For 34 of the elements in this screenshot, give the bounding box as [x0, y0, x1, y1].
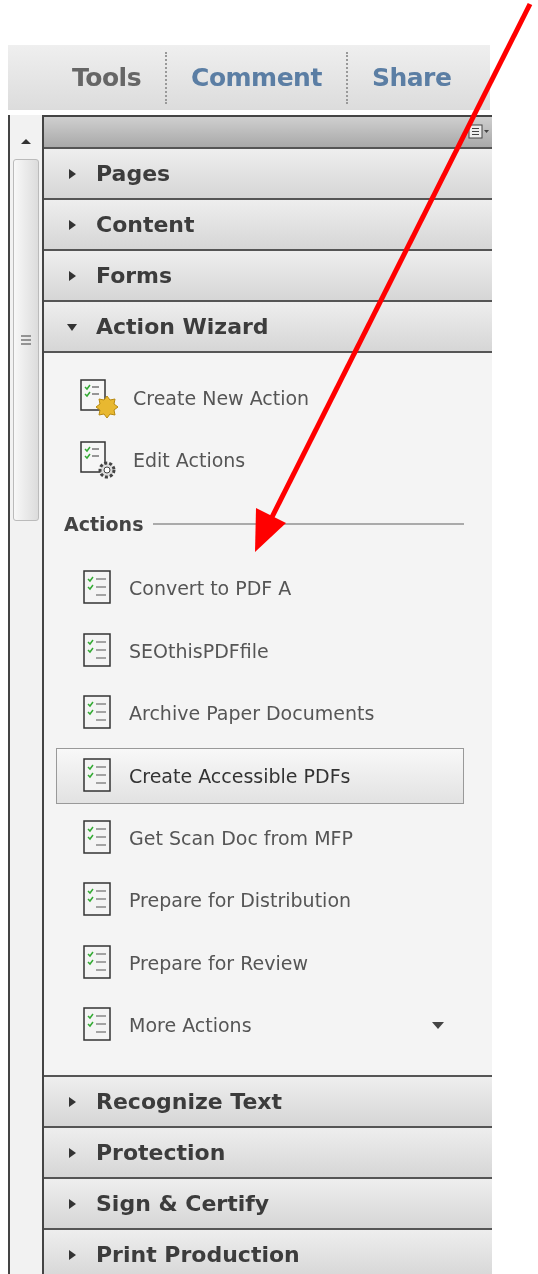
action-task[interactable]: Create New Action [56, 367, 464, 429]
scroll-thumb[interactable] [13, 159, 39, 521]
caret-right-icon [66, 1146, 78, 1159]
dropdown-caret-icon [431, 1020, 445, 1030]
caret-right-icon [66, 1197, 78, 1210]
options-menu-icon[interactable] [468, 124, 490, 140]
caret-right-icon [66, 269, 78, 282]
action-item[interactable]: Prepare for Distribution [56, 869, 464, 932]
action-item[interactable]: Get Scan Doc from MFP [56, 806, 464, 869]
panel-section-header[interactable]: Forms [44, 249, 492, 300]
action-item[interactable]: Prepare for Review [56, 931, 464, 994]
action-item[interactable]: SEOthisPDFfile [56, 619, 464, 682]
panel-section-header[interactable]: Pages [44, 147, 492, 198]
caret-right-icon [66, 1095, 78, 1108]
scroll-up-icon[interactable] [20, 137, 32, 145]
caret-right-icon [66, 1248, 78, 1261]
action-task[interactable]: Edit Actions [56, 429, 464, 491]
tab[interactable]: Tools [48, 63, 166, 92]
panel-section-header[interactable]: Action Wizard [44, 300, 492, 351]
caret-right-icon [66, 167, 78, 180]
action-item[interactable]: More Actions [56, 994, 464, 1057]
panel-section-header[interactable]: Print Production [44, 1228, 492, 1274]
panel-section-header[interactable]: Content [44, 198, 492, 249]
caret-right-icon [66, 218, 78, 231]
action-item[interactable]: Convert to PDF A [56, 557, 464, 620]
action-item[interactable]: Create Accessible PDFs [56, 747, 464, 804]
section-heading: Actions [64, 513, 144, 535]
checklist-star-icon [79, 378, 119, 418]
grip-icon [20, 335, 32, 345]
panel-section-header[interactable]: Sign & Certify [44, 1177, 492, 1228]
action-item[interactable]: Archive Paper Documents [56, 682, 464, 745]
panel-section-header[interactable]: Protection [44, 1126, 492, 1177]
panel-section-header[interactable]: Recognize Text [44, 1075, 492, 1126]
scrollbar[interactable] [10, 115, 44, 1274]
